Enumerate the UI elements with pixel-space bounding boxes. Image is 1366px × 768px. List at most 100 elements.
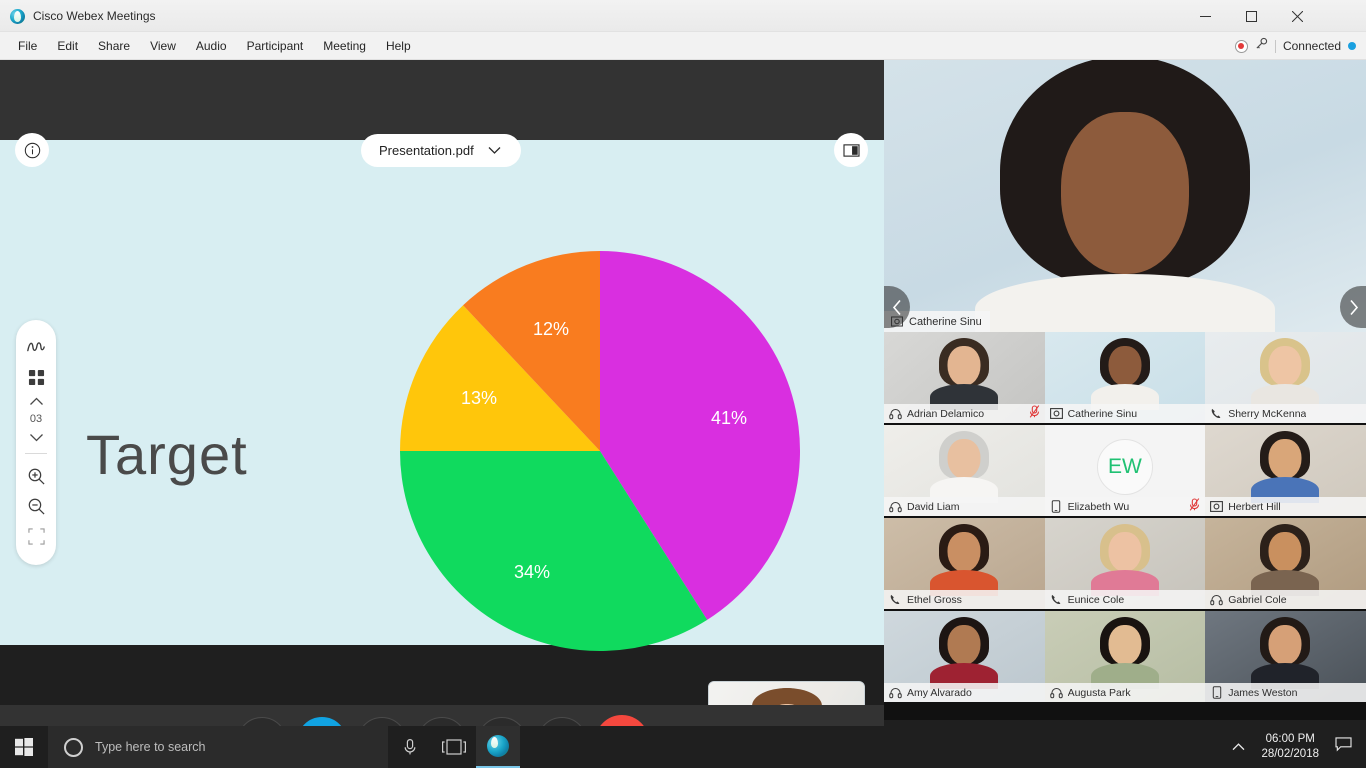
- windows-start-icon[interactable]: [0, 726, 48, 768]
- mobile-icon: [1050, 500, 1063, 513]
- task-view-icon[interactable]: [432, 726, 476, 768]
- annotate-pen-icon[interactable]: [21, 332, 51, 362]
- shared-file-selector[interactable]: Presentation.pdf: [361, 134, 521, 167]
- menu-item-view[interactable]: View: [140, 35, 186, 57]
- participant-tile[interactable]: EW Elizabeth Wu: [1044, 425, 1206, 516]
- headset-icon: [1049, 686, 1063, 699]
- pie-chart: 41% 34% 13% 12%: [400, 251, 800, 651]
- participant-tile[interactable]: Gabriel Cole: [1205, 518, 1366, 609]
- pie-label-3: 12%: [533, 319, 570, 339]
- participant-tile[interactable]: Adrian Delamico: [884, 332, 1045, 423]
- chevron-down-icon[interactable]: [21, 428, 51, 446]
- mobile-icon: [1210, 686, 1223, 699]
- search-input[interactable]: Type here to search: [48, 726, 388, 768]
- participant-tile[interactable]: Augusta Park: [1044, 611, 1206, 702]
- participant-name: Amy Alvarado: [907, 686, 972, 699]
- participant-tile[interactable]: Eunice Cole: [1044, 518, 1206, 609]
- zoom-out-icon[interactable]: [21, 491, 51, 521]
- taskbar-date: 28/02/2018: [1261, 748, 1319, 760]
- participant-name-bar: Elizabeth Wu: [1044, 497, 1206, 516]
- participant-tile[interactable]: James Weston: [1205, 611, 1366, 702]
- headset-icon: [889, 686, 902, 699]
- menu-bar: File Edit Share View Audio Participant M…: [0, 32, 1366, 60]
- menu-item-share[interactable]: Share: [88, 35, 140, 57]
- share-toolbar: [0, 60, 884, 140]
- search-placeholder: Type here to search: [95, 740, 206, 754]
- active-speaker-name: Catherine Sinu: [909, 315, 982, 328]
- active-speaker-video[interactable]: Catherine Sinu: [884, 60, 1366, 332]
- participant-name-bar: Augusta Park: [1044, 683, 1206, 702]
- chevron-up-icon[interactable]: [21, 392, 51, 410]
- headset-icon: [889, 407, 902, 420]
- participant-name-bar: Amy Alvarado: [884, 683, 1045, 702]
- camera-icon: [1210, 500, 1224, 513]
- avatar: [884, 60, 1366, 332]
- headset-icon: [889, 500, 902, 513]
- webex-logo-icon: [10, 8, 25, 24]
- fullscreen-icon[interactable]: [21, 521, 51, 551]
- menu-bar-status: Connected: [1234, 32, 1356, 60]
- participant-name-bar: Eunice Cole: [1044, 590, 1206, 609]
- layout-panel-icon[interactable]: [834, 133, 868, 167]
- grid-thumbnails-icon[interactable]: [21, 362, 51, 392]
- participant-name-bar: James Weston: [1205, 683, 1366, 702]
- participant-tile[interactable]: Sherry McKenna: [1205, 332, 1366, 423]
- avatar-initials: EW: [1096, 438, 1153, 495]
- toolbar-divider: [25, 453, 47, 454]
- close-icon[interactable]: [1274, 0, 1320, 32]
- key-icon[interactable]: [1255, 37, 1268, 55]
- maximize-icon[interactable]: [1228, 0, 1274, 32]
- action-center-icon[interactable]: [1329, 737, 1358, 757]
- participant-name: Adrian Delamico: [907, 407, 985, 420]
- connection-status-dot: [1348, 42, 1356, 50]
- menu-item-file[interactable]: File: [8, 35, 47, 57]
- menu-item-meeting[interactable]: Meeting: [313, 35, 376, 57]
- menu-item-edit[interactable]: Edit: [47, 35, 88, 57]
- participant-name: David Liam: [907, 500, 960, 513]
- participant-tile[interactable]: Amy Alvarado: [884, 611, 1045, 702]
- chevron-down-icon: [488, 142, 501, 160]
- taskbar-clock[interactable]: 06:00 PM 28/02/2018: [1261, 732, 1319, 762]
- phone-icon: [1050, 593, 1063, 606]
- menu-item-audio[interactable]: Audio: [186, 35, 237, 57]
- participant-tile[interactable]: Herbert Hill: [1205, 425, 1366, 516]
- participant-name: Herbert Hill: [1228, 500, 1281, 513]
- menu-item-participant[interactable]: Participant: [237, 35, 314, 57]
- share-stage: Presentation.pdf 03 Target 41% 34% 13% 1…: [0, 60, 884, 768]
- page-number: 03: [29, 413, 43, 425]
- microphone-muted-icon: [1189, 497, 1200, 516]
- webex-taskbar-icon[interactable]: [476, 726, 520, 768]
- participant-name-bar: Ethel Gross: [884, 590, 1045, 609]
- participant-panel: Catherine Sinu Adrian Delamico Catherine…: [884, 60, 1366, 720]
- participant-tile[interactable]: David Liam: [884, 425, 1045, 516]
- windows-taskbar: Type here to search 06:00 PM 28/02/2018: [0, 726, 1366, 768]
- shared-file-name: Presentation.pdf: [379, 143, 474, 158]
- system-tray: 06:00 PM 28/02/2018: [1226, 732, 1366, 762]
- participant-name: Augusta Park: [1067, 686, 1131, 699]
- title-bar-left: Cisco Webex Meetings: [10, 0, 156, 32]
- status-divider: [1274, 39, 1276, 53]
- participant-tile[interactable]: Catherine Sinu: [1044, 332, 1206, 423]
- annotation-toolbar: 03: [16, 320, 56, 565]
- phone-icon: [1210, 407, 1223, 420]
- participant-grid: Adrian Delamico Catherine Sinu Sherry Mc…: [884, 332, 1366, 720]
- camera-icon: [1049, 407, 1063, 420]
- participant-name-bar: Herbert Hill: [1205, 497, 1366, 516]
- minimize-icon[interactable]: [1182, 0, 1228, 32]
- pie-label-1: 34%: [514, 562, 551, 582]
- pie-label-2: 13%: [461, 388, 498, 408]
- participant-tile[interactable]: Ethel Gross: [884, 518, 1045, 609]
- connection-status: Connected: [1282, 39, 1341, 53]
- participant-name: Eunice Cole: [1067, 593, 1125, 606]
- microphone-icon[interactable]: [388, 726, 432, 768]
- record-icon[interactable]: [1234, 39, 1248, 53]
- zoom-in-icon[interactable]: [21, 461, 51, 491]
- app-title: Cisco Webex Meetings: [33, 9, 156, 23]
- participant-name: Ethel Gross: [907, 593, 962, 606]
- menu-item-help[interactable]: Help: [376, 35, 421, 57]
- chevron-up-icon[interactable]: [1226, 738, 1251, 756]
- headset-icon: [1210, 593, 1223, 606]
- participant-name-bar: Sherry McKenna: [1205, 404, 1366, 423]
- info-icon[interactable]: [15, 133, 49, 167]
- participant-name: Catherine Sinu: [1067, 407, 1138, 420]
